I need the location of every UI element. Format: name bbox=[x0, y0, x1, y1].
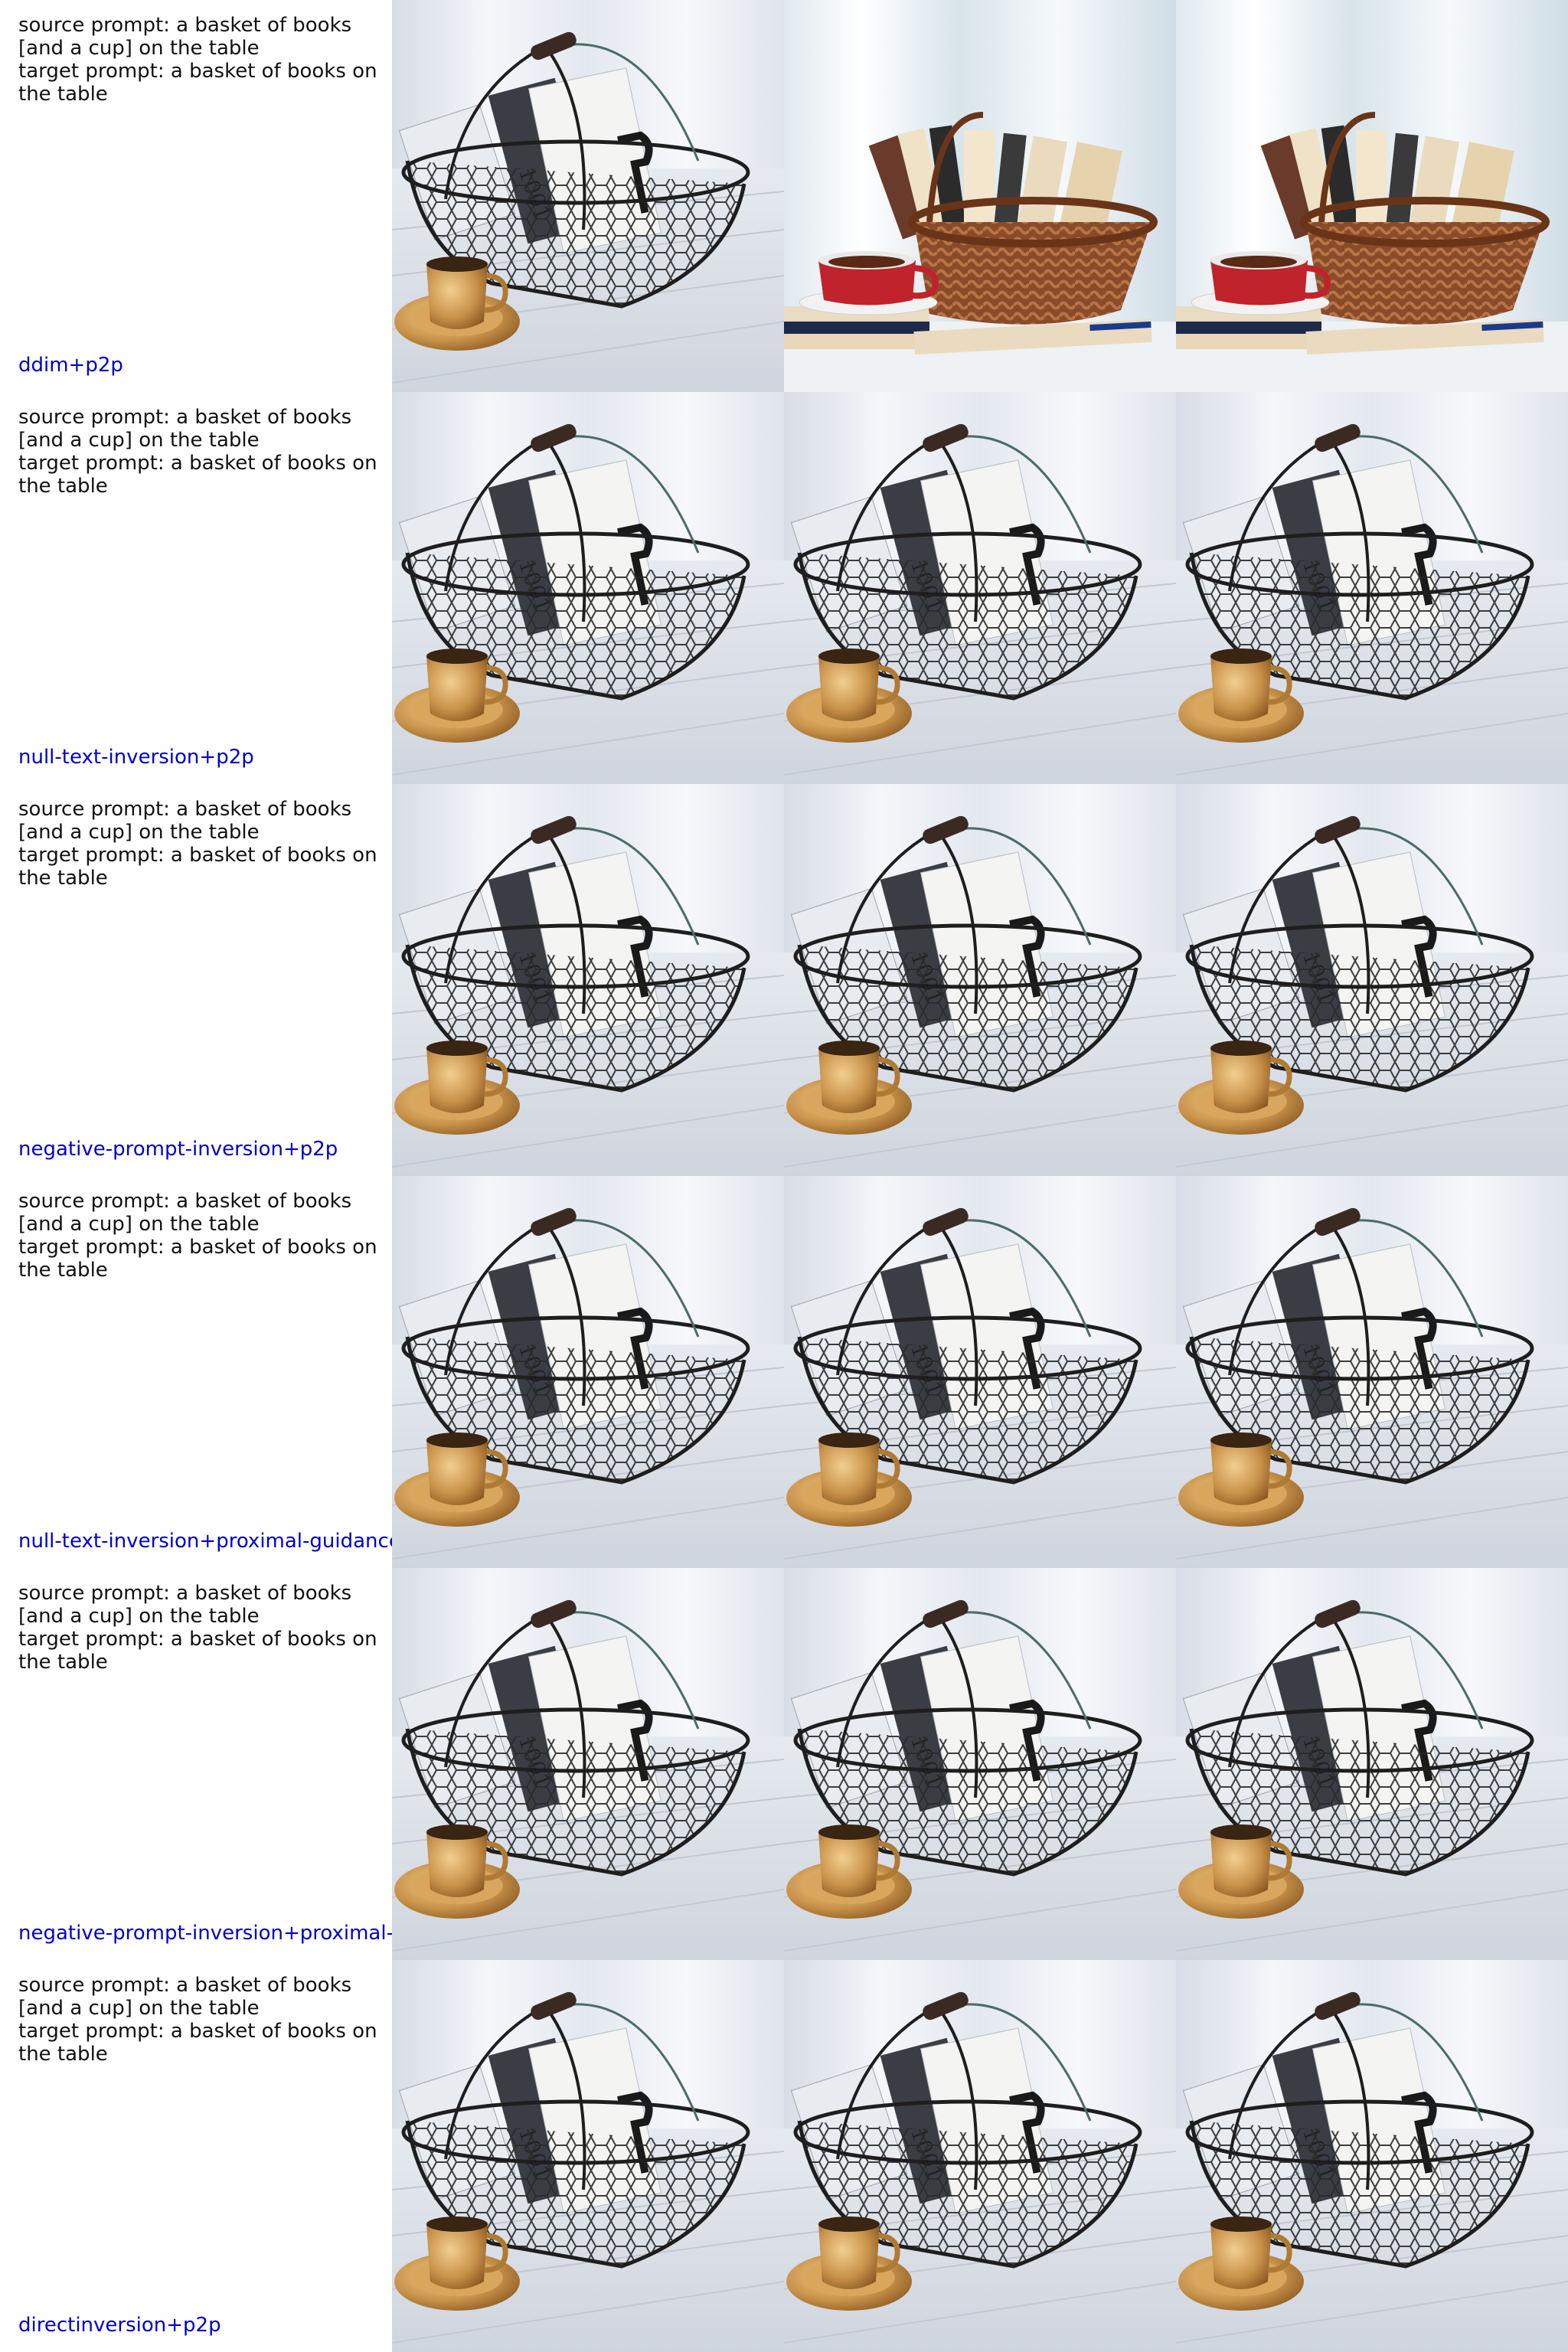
row-label-panel: source prompt: a basket of books [and a … bbox=[0, 1960, 392, 2352]
prompt-text: source prompt: a basket of books [and a … bbox=[18, 406, 394, 498]
method-label: negative-prompt-inversion+proximal-g bbox=[18, 1922, 392, 1945]
source-prompt: source prompt: a basket of books [and a … bbox=[18, 1974, 352, 2020]
result-image: 1001 bbox=[784, 1568, 1176, 1960]
prompt-text: source prompt: a basket of books [and a … bbox=[18, 1974, 394, 2066]
method-label: null-text-inversion+proximal-guidance bbox=[18, 1530, 392, 1553]
prompt-text: source prompt: a basket of books [and a … bbox=[18, 1582, 394, 1674]
result-image: 1001 bbox=[392, 1960, 784, 2352]
comparison-grid: source prompt: a basket of books [and a … bbox=[0, 0, 1568, 2352]
result-image: 1001 bbox=[784, 1176, 1176, 1568]
row-label-panel: source prompt: a basket of books [and a … bbox=[0, 392, 392, 784]
prompt-text: source prompt: a basket of books [and a … bbox=[18, 14, 394, 106]
result-image: 1001 bbox=[784, 1960, 1176, 2352]
source-prompt: source prompt: a basket of books [and a … bbox=[18, 798, 352, 844]
result-image: 1001 bbox=[1176, 1176, 1568, 1568]
result-image: 1001 bbox=[1176, 784, 1568, 1176]
result-image: 1001 bbox=[392, 1568, 784, 1960]
target-prompt: target prompt: a basket of books on the … bbox=[18, 1236, 377, 1282]
method-label: null-text-inversion+p2p bbox=[18, 746, 254, 769]
source-prompt: source prompt: a basket of books [and a … bbox=[18, 14, 352, 60]
result-row: source prompt: a basket of books [and a … bbox=[0, 1568, 1568, 1960]
result-image: 1001 bbox=[392, 392, 784, 784]
method-label: ddim+p2p bbox=[18, 354, 123, 377]
target-prompt: target prompt: a basket of books on the … bbox=[18, 1628, 377, 1674]
result-image bbox=[1176, 0, 1568, 392]
source-prompt: source prompt: a basket of books [and a … bbox=[18, 406, 352, 452]
result-row: source prompt: a basket of books [and a … bbox=[0, 784, 1568, 1176]
row-label-panel: source prompt: a basket of books [and a … bbox=[0, 1176, 392, 1568]
source-prompt: source prompt: a basket of books [and a … bbox=[18, 1582, 352, 1628]
result-row: source prompt: a basket of books [and a … bbox=[0, 0, 1568, 392]
source-prompt: source prompt: a basket of books [and a … bbox=[18, 1190, 352, 1236]
result-image: 1001 bbox=[784, 392, 1176, 784]
result-image: 1001 bbox=[392, 0, 784, 392]
target-prompt: target prompt: a basket of books on the … bbox=[18, 452, 377, 498]
result-image: 1001 bbox=[392, 1176, 784, 1568]
target-prompt: target prompt: a basket of books on the … bbox=[18, 60, 377, 106]
result-image: 1001 bbox=[392, 784, 784, 1176]
method-label: negative-prompt-inversion+p2p bbox=[18, 1138, 338, 1161]
result-row: source prompt: a basket of books [and a … bbox=[0, 392, 1568, 784]
target-prompt: target prompt: a basket of books on the … bbox=[18, 2020, 377, 2066]
target-prompt: target prompt: a basket of books on the … bbox=[18, 844, 377, 890]
result-row: source prompt: a basket of books [and a … bbox=[0, 1176, 1568, 1568]
result-row: source prompt: a basket of books [and a … bbox=[0, 1960, 1568, 2352]
result-image: 1001 bbox=[1176, 392, 1568, 784]
prompt-text: source prompt: a basket of books [and a … bbox=[18, 1190, 394, 1282]
row-label-panel: source prompt: a basket of books [and a … bbox=[0, 784, 392, 1176]
method-label: directinversion+p2p bbox=[18, 2314, 221, 2337]
row-label-panel: source prompt: a basket of books [and a … bbox=[0, 1568, 392, 1960]
result-image bbox=[784, 0, 1176, 392]
result-image: 1001 bbox=[1176, 1960, 1568, 2352]
result-image: 1001 bbox=[784, 784, 1176, 1176]
prompt-text: source prompt: a basket of books [and a … bbox=[18, 798, 394, 890]
result-image: 1001 bbox=[1176, 1568, 1568, 1960]
row-label-panel: source prompt: a basket of books [and a … bbox=[0, 0, 392, 392]
